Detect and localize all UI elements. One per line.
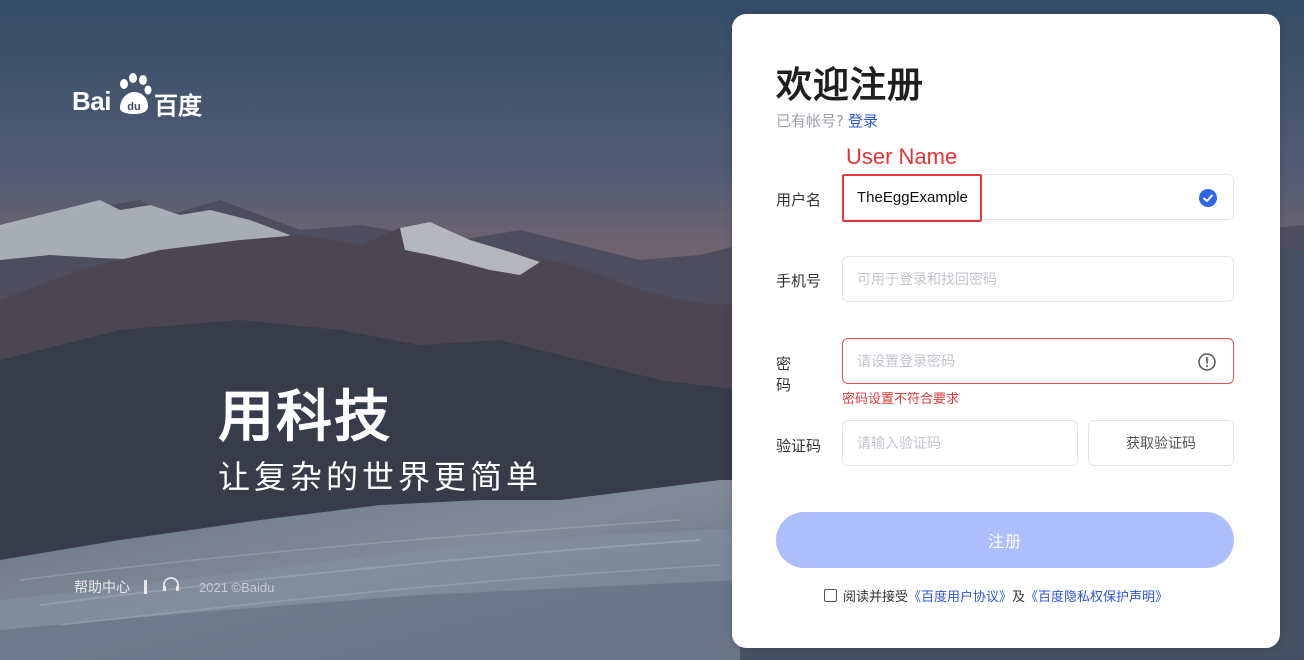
phone-field[interactable]: 可用于登录和找回密码 [842,256,1234,302]
agreement-and: 及 [1012,590,1026,605]
login-link[interactable]: 登录 [848,112,878,130]
code-field[interactable]: 请输入验证码 [842,420,1078,466]
have-account-text: 已有帐号? [776,112,844,130]
baidu-logo[interactable]: Bai du 百度 [72,72,222,122]
footer-divider [144,580,147,594]
exclamation-circle-icon [1197,352,1217,376]
get-code-button[interactable]: 获取验证码 [1088,420,1234,466]
agreement-prefix: 阅读并接受 [843,590,909,605]
username-annotation: User Name [846,144,958,169]
headset-icon[interactable] [161,576,181,598]
copyright-text: 2021 ©Baidu [199,579,275,595]
agreement-row: 阅读并接受 《百度用户协议》 及 《百度隐私权保护声明》 [824,586,1168,605]
register-button[interactable]: 注册 [776,512,1234,568]
page-title: 欢迎注册 [776,65,925,106]
password-placeholder: 请设置登录密码 [857,354,955,370]
footer-left: 帮助中心 2021 ©Baidu [74,577,274,597]
check-circle-icon [1199,189,1217,207]
logo-latin-text: Bai [72,86,111,116]
svg-text:du: du [127,101,140,113]
username-value: TheEggExample [857,188,968,206]
have-account-row: 已有帐号? 登录 [776,110,878,131]
slogan-main: 用科技 [218,385,392,450]
paw-icon: du [114,72,154,120]
slogan-sub: 让复杂的世界更简单 [218,458,543,496]
register-panel: 欢迎注册 已有帐号? 登录 User Name 用户名 TheEggExample… [732,14,1280,648]
code-label: 验证码 [776,437,822,455]
username-label: 用户名 [776,191,822,209]
help-center-link[interactable]: 帮助中心 [74,577,130,597]
user-agreement-link[interactable]: 《百度用户协议》 [908,586,1012,605]
code-placeholder: 请输入验证码 [857,436,941,452]
phone-label: 手机号 [776,272,822,290]
password-error: 密码设置不符合要求 [842,392,960,407]
password-label: 密 码 [776,355,802,394]
privacy-link[interactable]: 《百度隐私权保护声明》 [1025,586,1168,605]
username-field[interactable]: TheEggExample [842,174,1234,220]
agreement-checkbox[interactable] [824,589,837,602]
logo-chinese-text: 百度 [154,92,202,120]
phone-placeholder: 可用于登录和找回密码 [857,272,997,288]
password-field[interactable]: 请设置登录密码 [842,338,1234,384]
